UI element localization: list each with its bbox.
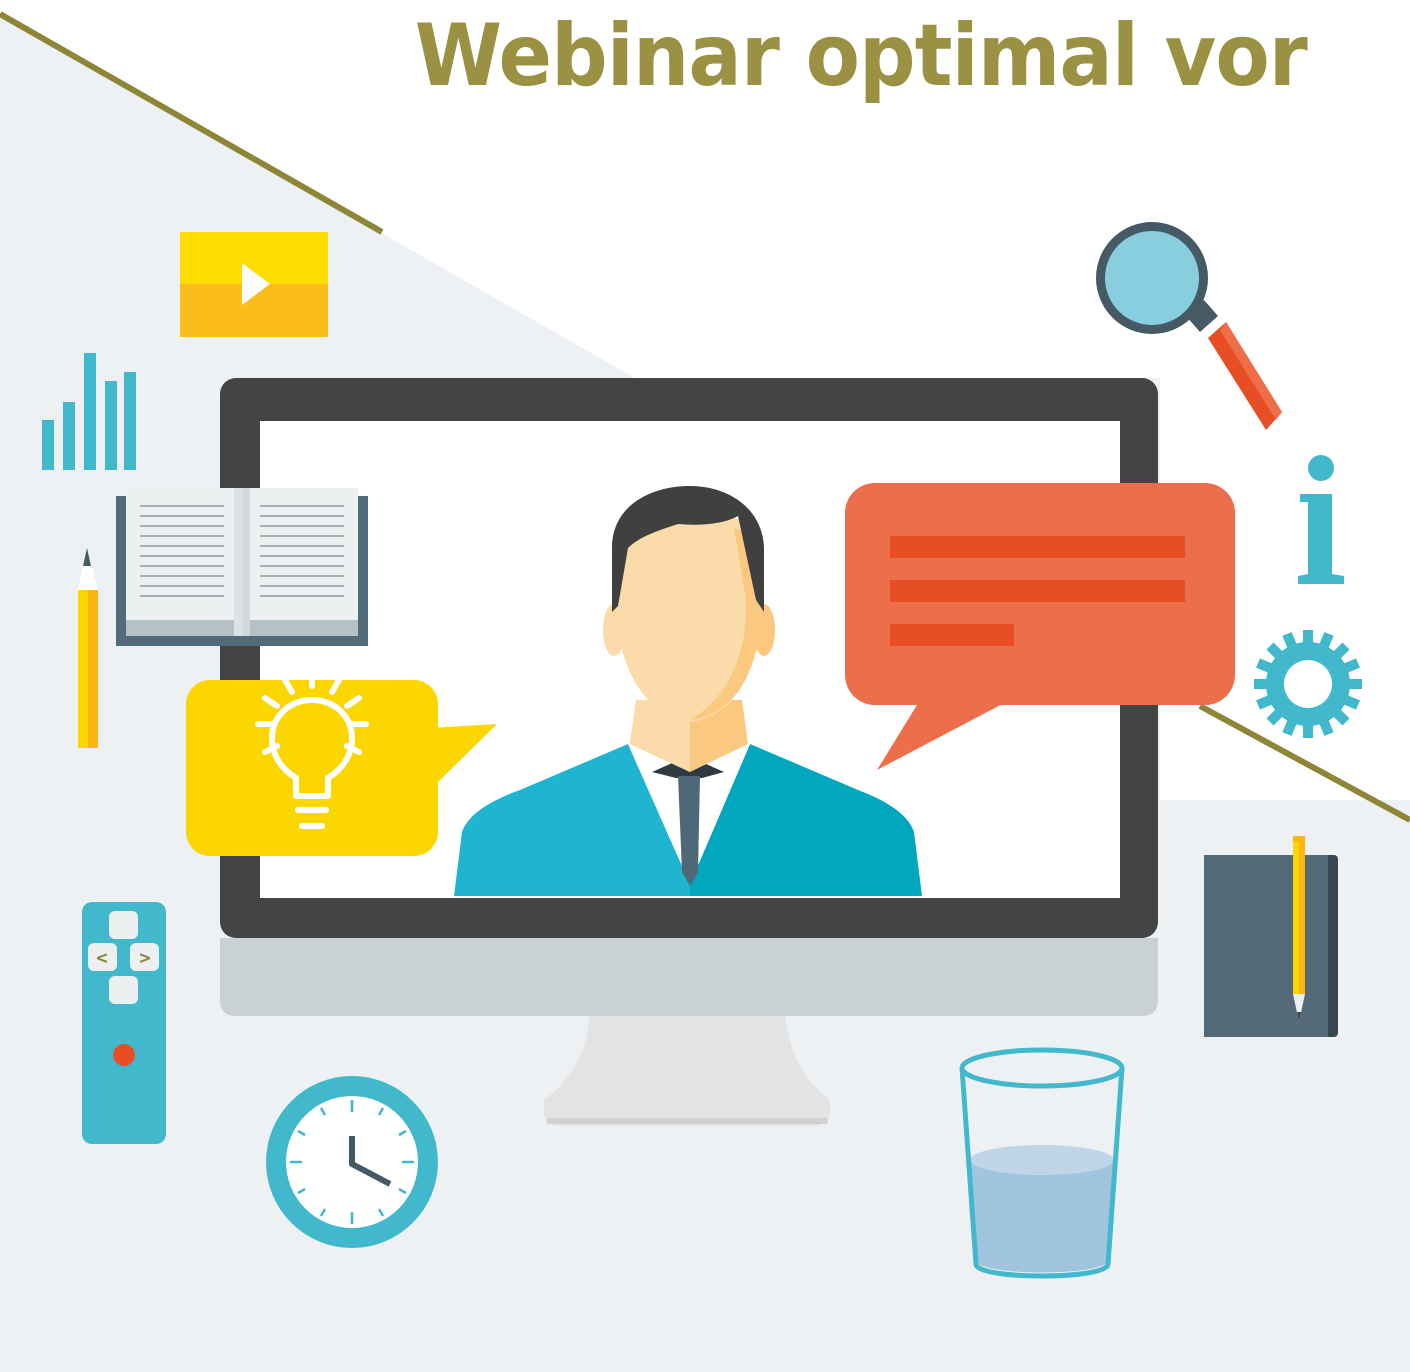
speech-line-3	[890, 624, 1014, 646]
open-book-icon	[116, 488, 368, 646]
speech-line-1	[890, 536, 1185, 558]
remote-record-dot	[113, 1044, 135, 1066]
clock-icon	[266, 1076, 438, 1248]
stand-base-shadow	[546, 1118, 828, 1124]
remote-left-button: <	[96, 947, 107, 969]
webinar-illustration: < > Webinar optimal vor	[0, 0, 1410, 1372]
remote-right-button: >	[139, 947, 150, 969]
notebook-icon	[1204, 836, 1338, 1037]
info-icon	[1298, 455, 1344, 584]
remote-control-icon: < >	[82, 902, 166, 1144]
play-icon	[180, 232, 328, 337]
illustration-canvas: < >	[0, 11, 1410, 1372]
speech-line-2	[890, 580, 1185, 602]
gear-icon	[1254, 630, 1362, 738]
page-title: Webinar optimal vor	[414, 6, 1308, 106]
monitor-chin	[220, 938, 1158, 1016]
